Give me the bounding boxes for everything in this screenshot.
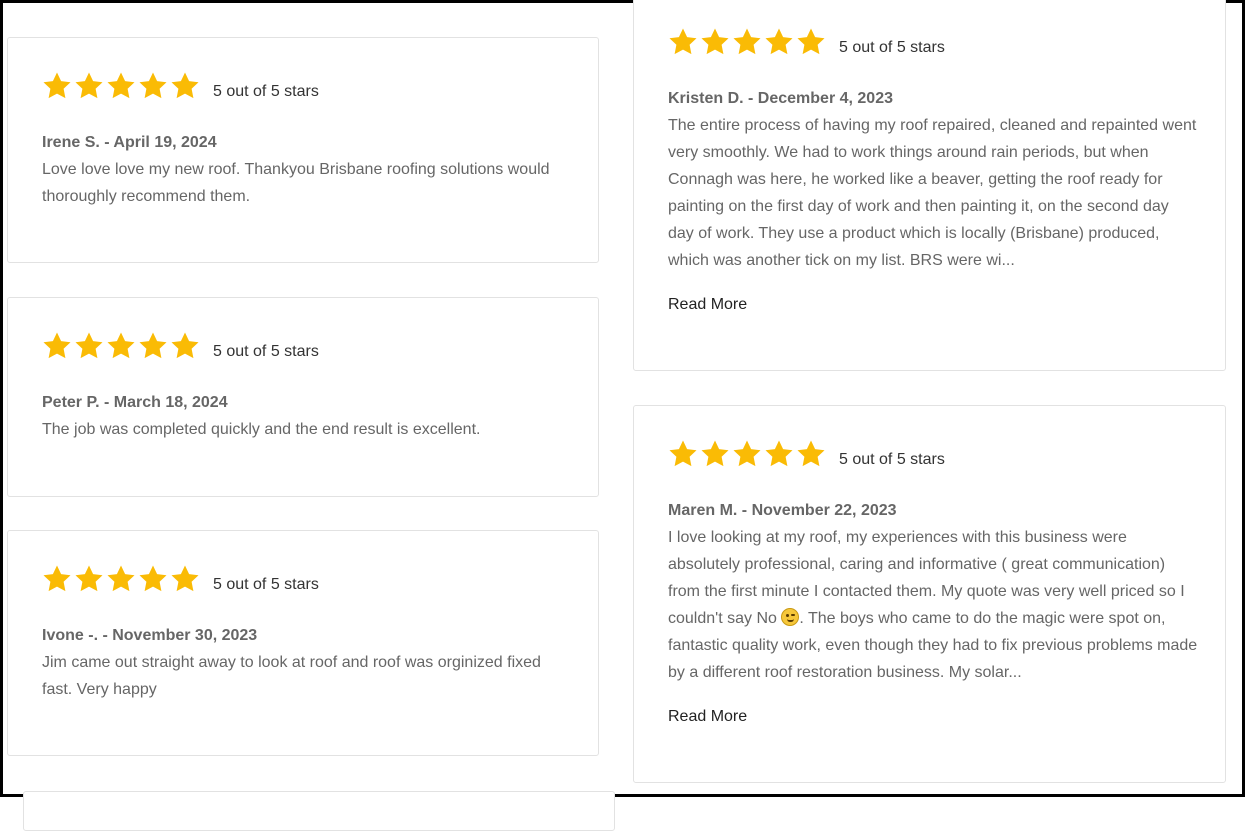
star-icon	[41, 330, 73, 362]
review-text: The job was completed quickly and the en…	[42, 421, 481, 438]
star-icon	[105, 563, 137, 595]
rating-text: 5 out of 5 stars	[839, 39, 945, 56]
winking-face-emoji-icon	[781, 608, 800, 626]
review-card-maren: 5 out of 5 stars Maren M. - November 22,…	[633, 405, 1226, 783]
star-icon	[105, 330, 137, 362]
review-author-date: Peter P. - March 18, 2024	[42, 394, 228, 411]
rating-text: 5 out of 5 stars	[839, 451, 945, 468]
star-rating	[667, 437, 827, 471]
star-icon	[795, 26, 827, 58]
review-card-irene: 5 out of 5 stars Irene S. - April 19, 20…	[7, 37, 599, 263]
review-card-peter: 5 out of 5 stars Peter P. - March 18, 20…	[7, 297, 599, 497]
star-icon	[731, 438, 763, 470]
star-icon	[699, 438, 731, 470]
star-icon	[667, 26, 699, 58]
star-icon	[795, 438, 827, 470]
star-icon	[137, 330, 169, 362]
star-rating	[41, 329, 201, 363]
star-icon	[73, 563, 105, 595]
star-rating	[667, 25, 827, 59]
review-text: Jim came out straight away to look at ro…	[42, 654, 541, 698]
review-author-date: Kristen D. - December 4, 2023	[668, 90, 893, 107]
star-icon	[41, 70, 73, 102]
star-icon	[169, 563, 201, 595]
star-icon	[137, 70, 169, 102]
star-rating	[41, 562, 201, 596]
review-card-partial	[23, 791, 615, 831]
review-author-date: Maren M. - November 22, 2023	[668, 502, 897, 519]
star-icon	[137, 563, 169, 595]
star-icon	[699, 26, 731, 58]
star-icon	[73, 70, 105, 102]
star-icon	[169, 330, 201, 362]
star-rating	[41, 69, 201, 103]
star-icon	[763, 438, 795, 470]
review-card-ivone: 5 out of 5 stars Ivone -. - November 30,…	[7, 530, 599, 756]
read-more-link[interactable]: Read More	[668, 296, 747, 314]
star-icon	[731, 26, 763, 58]
star-icon	[169, 70, 201, 102]
star-icon	[73, 330, 105, 362]
rating-text: 5 out of 5 stars	[213, 83, 319, 100]
review-card-kristen: 5 out of 5 stars Kristen D. - December 4…	[633, 0, 1226, 371]
review-author-date: Ivone -. - November 30, 2023	[42, 627, 258, 644]
star-icon	[763, 26, 795, 58]
rating-text: 5 out of 5 stars	[213, 576, 319, 593]
review-author-date: Irene S. - April 19, 2024	[42, 134, 217, 151]
star-icon	[105, 70, 137, 102]
rating-text: 5 out of 5 stars	[213, 343, 319, 360]
read-more-link[interactable]: Read More	[668, 708, 747, 726]
review-text: The entire process of having my roof rep…	[668, 117, 1197, 269]
review-text: Love love love my new roof. Thankyou Bri…	[42, 161, 550, 205]
star-icon	[41, 563, 73, 595]
star-icon	[667, 438, 699, 470]
review-text: I love looking at my roof, my experience…	[668, 529, 1198, 681]
